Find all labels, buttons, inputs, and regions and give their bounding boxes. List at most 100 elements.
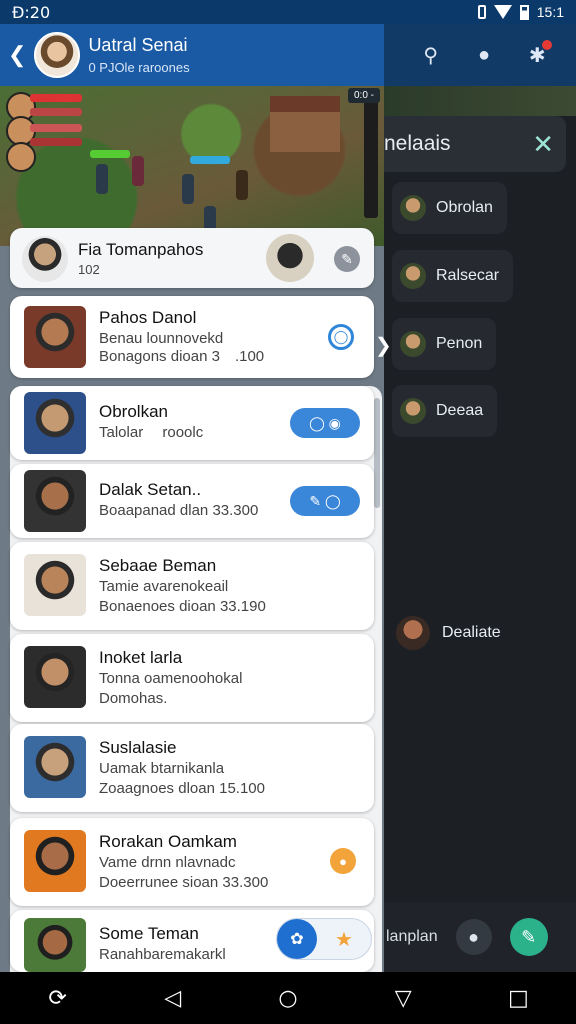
contact-name: Sebaae Beman [99, 556, 217, 575]
game-scene[interactable]: 0:0 - [0, 86, 384, 246]
avatar [400, 195, 426, 221]
notification-icon[interactable]: ✱ [524, 40, 553, 68]
panel-header: ❮ Uatral Senai 0 PJOle raroones [0, 24, 384, 86]
contact-line: Bonaenoes dioan 33.190 [99, 598, 266, 615]
drawer-header: nelaais ✕ [372, 116, 566, 172]
list-item[interactable]: Suslalasie Uamak btarnikanla Zoaagnoes d… [10, 724, 374, 812]
avatar [22, 236, 68, 282]
drawer-item-deeaa[interactable]: Deeaa [392, 385, 498, 437]
avatar [24, 470, 86, 532]
down-icon[interactable]: ▽ [383, 986, 423, 1011]
list-item[interactable]: Pahos Danol Benau lounnovekd Bonagons di… [10, 296, 374, 378]
drawer-bottom-bar: lanplan ● ✎ [384, 902, 576, 972]
game-character-avatar [266, 234, 314, 282]
contact-line: Talolar rooolc [99, 424, 204, 441]
contact-line: Benau lounnovekd [99, 330, 224, 347]
drawer-item-dealiate[interactable]: Dealiate [396, 616, 501, 650]
health-bar [30, 108, 82, 116]
call-actions-button[interactable]: ◯ ◉ [290, 408, 360, 438]
battery-icon [519, 4, 529, 20]
avatar [24, 918, 86, 972]
list-item[interactable]: Sebaae Beman Tamie avarenokeail Bonaenoe… [10, 542, 374, 630]
avatar [24, 306, 86, 368]
drawer-item-label: Ralsecar [436, 267, 500, 284]
page-subtitle: 0 PJOle raroones [88, 60, 190, 75]
page-title: Uatral Senai [88, 35, 188, 55]
game-character [96, 164, 108, 194]
app-root: Đ:20 15:1 ⚲ ● ✱ nelaais ✕ Obrolan Ralsec… [0, 0, 576, 1024]
list-item[interactable]: Dalak Setan.. Boaapanad dlan 33.300 ✎ ◯ [10, 464, 374, 538]
edit-icon[interactable]: ✎ [509, 918, 548, 956]
contact-name: Inoket larla [99, 648, 183, 667]
settings-icon[interactable]: ✿ [277, 919, 317, 959]
background-toolbar: ⚲ ● ✱ [384, 24, 576, 86]
drawer-item-label: Penon [436, 335, 483, 352]
avatar [400, 263, 426, 289]
status-time: Đ:20 [12, 2, 51, 22]
drawer-bottom-label: lanplan [386, 928, 438, 945]
star-icon[interactable]: ★ [335, 927, 353, 952]
avatar [400, 331, 426, 357]
avatar [24, 736, 86, 798]
health-bar [30, 94, 82, 102]
online-status-icon[interactable]: ◯ [328, 324, 354, 350]
close-icon[interactable]: ✕ [532, 129, 554, 160]
search-icon[interactable]: ⚲ [418, 42, 444, 68]
background-game-strip [384, 86, 576, 116]
game-tag: 0:0 - [347, 88, 380, 103]
avatar [24, 646, 86, 708]
contact-line: 102 [78, 262, 100, 277]
selected-contact-card[interactable]: Fia Tomanpahos 102 ✎ [10, 228, 374, 288]
contact-line: Domohas. [99, 690, 168, 707]
rotate-icon[interactable]: ⟳ [38, 986, 78, 1011]
health-bar [30, 138, 82, 146]
message-icon[interactable]: ● [455, 919, 492, 955]
drawer-item-obrolan[interactable]: Obrolan [392, 182, 507, 234]
game-hero-avatar [6, 142, 36, 172]
contact-name: Dalak Setan.. [99, 480, 202, 499]
contact-name: Obrolkan [99, 402, 168, 421]
back-arrow-icon[interactable]: ❮ [8, 42, 26, 68]
game-hud-sidebar[interactable] [364, 90, 378, 218]
chat-bubble-icon[interactable]: ● [471, 42, 497, 68]
status-battery-text: 15:1 [536, 4, 564, 20]
back-icon[interactable]: ◁ [153, 986, 193, 1011]
list-item[interactable]: Rorakan Oamkam Vame drnn nlavnadc Doeerr… [10, 818, 374, 906]
list-item[interactable]: Obrolkan Talolar rooolc ◯ ◉ [10, 386, 374, 460]
call-actions-button[interactable]: ✎ ◯ [290, 486, 360, 516]
drawer-item-label: Obrolan [436, 199, 493, 216]
wifi-icon [493, 5, 512, 19]
drawer-item-label: Dealiate [442, 624, 501, 641]
contact-name: Some Teman [99, 924, 199, 943]
avatar [396, 616, 430, 650]
game-character [132, 156, 144, 186]
home-icon[interactable]: ○ [268, 986, 308, 1011]
chevron-right-icon: ❯ [375, 335, 392, 357]
avatar[interactable] [34, 32, 81, 78]
contact-line: Ranahbaremakarkl [99, 946, 226, 963]
list-item[interactable]: Some Teman Ranahbaremakarkl ✿ ★ [10, 910, 374, 972]
contacts-panel: ❮ Uatral Senai 0 PJOle raroones 0:0 - Fi… [0, 24, 384, 972]
action-dot-icon[interactable]: ● [330, 848, 356, 874]
contact-line: Boaapanad dlan 33.300 [99, 502, 259, 519]
contact-name: Rorakan Oamkam [99, 832, 237, 851]
edit-icon[interactable]: ✎ [334, 246, 360, 272]
recents-icon[interactable]: □ [498, 986, 538, 1011]
health-bar [90, 150, 130, 158]
bluetooth-icon [477, 5, 486, 19]
avatar [24, 392, 86, 454]
contact-line: Tonna oamenoohokal [99, 670, 243, 687]
list-item[interactable]: Inoket larla Tonna oamenoohokal Domohas. [10, 634, 374, 722]
avatar [24, 830, 86, 892]
health-bar [190, 156, 230, 164]
contact-line: Uamak btarnikanla [99, 760, 225, 777]
contact-line: Doeerrunee sioan 33.300 [99, 874, 269, 891]
drawer-item-label: Deeaa [436, 402, 484, 419]
scrollbar[interactable] [374, 398, 380, 508]
contact-name: Suslalasie [99, 738, 177, 757]
avatar [24, 554, 86, 616]
drawer-item-ralsecar[interactable]: Ralsecar [392, 250, 514, 302]
quick-actions-button[interactable]: ✿ ★ [276, 918, 372, 960]
contact-name: Pahos Danol [99, 308, 197, 327]
drawer-item-penon[interactable]: Penon [392, 318, 497, 370]
